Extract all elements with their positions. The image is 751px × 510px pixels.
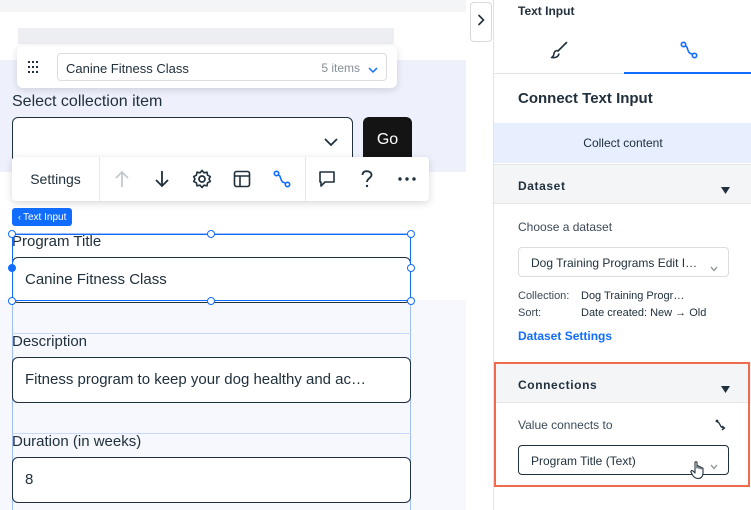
resize-handle[interactable]	[407, 230, 415, 238]
comment-icon[interactable]	[307, 157, 347, 201]
select-collection-label: Select collection item	[12, 93, 163, 110]
settings-button[interactable]: Settings	[12, 157, 99, 201]
description-label: Description	[12, 333, 88, 350]
chevron-down-icon	[368, 62, 378, 80]
gear-icon[interactable]	[182, 157, 222, 201]
navigator-selected-item: Canine Fitness Class	[66, 61, 189, 76]
brush-icon	[549, 40, 569, 65]
tab-design[interactable]	[494, 30, 623, 74]
help-icon[interactable]	[347, 157, 387, 201]
choose-dataset-label: Choose a dataset	[518, 220, 613, 234]
tab-connect[interactable]	[624, 30, 751, 74]
chevron-left-icon: ‹	[18, 212, 21, 222]
connect-data-icon[interactable]	[262, 157, 302, 201]
panel-title: Text Input	[518, 4, 575, 18]
canvas-header-shade	[18, 28, 394, 44]
collection-value: Dog Training Progr…	[581, 290, 685, 302]
chevron-down-icon	[710, 259, 718, 277]
collect-content-mode[interactable]: Collect content	[494, 123, 751, 163]
resize-handle[interactable]	[8, 297, 16, 305]
selected-element-tag[interactable]: ‹ Text Input	[12, 208, 73, 226]
active-tab-indicator	[624, 72, 751, 74]
canvas-top-strip	[0, 0, 466, 12]
dataset-section-header[interactable]: Dataset	[494, 164, 751, 204]
toolbar-divider	[99, 157, 100, 201]
panel-heading: Connect Text Input	[518, 90, 653, 107]
chevron-down-icon	[324, 134, 338, 152]
resize-handle[interactable]	[407, 264, 415, 272]
more-icon[interactable]	[387, 157, 427, 201]
layout-icon[interactable]	[222, 157, 262, 201]
resize-handle[interactable]	[207, 297, 215, 305]
dataset-select-value: Dog Training Programs Edit I…	[531, 256, 698, 270]
dataset-select[interactable]: Dog Training Programs Edit I…	[518, 247, 729, 277]
collection-item-select[interactable]: Canine Fitness Class 5 items	[57, 53, 387, 81]
arrow-up-icon[interactable]	[102, 157, 142, 201]
collapse-panel-button[interactable]	[470, 2, 492, 42]
duration-label: Duration (in weeks)	[12, 433, 142, 450]
sort-value: Date created: New → Old	[581, 307, 707, 319]
resize-handle[interactable]	[407, 297, 415, 305]
navigator-item-count: 5 items	[321, 61, 360, 75]
collection-key: Collection:	[518, 290, 570, 302]
resize-handle[interactable]	[8, 230, 16, 238]
resize-handle[interactable]	[8, 264, 16, 272]
drag-handle-icon[interactable]	[28, 60, 38, 78]
connect-data-icon	[679, 40, 698, 64]
dataset-settings-link[interactable]: Dataset Settings	[518, 329, 612, 343]
connections-highlight	[494, 362, 750, 487]
editor-canvas[interactable]: Canine Fitness Class 5 items Select coll…	[0, 0, 466, 510]
sort-key: Sort:	[518, 307, 542, 319]
collection-navigator: Canine Fitness Class 5 items	[17, 46, 397, 88]
collapse-triangle-icon	[721, 181, 730, 199]
toolbar-divider	[305, 157, 306, 201]
element-toolbar: Settings	[12, 157, 429, 201]
arrow-down-icon[interactable]	[142, 157, 182, 201]
dataset-section-title: Dataset	[518, 179, 566, 193]
chevron-right-icon	[477, 13, 485, 31]
description-input[interactable]: Fitness program to keep your dog healthy…	[12, 357, 411, 403]
resize-handle[interactable]	[207, 230, 215, 238]
element-tag-label: Text Input	[23, 211, 67, 223]
duration-input[interactable]: 8	[12, 457, 411, 503]
selection-frame	[12, 234, 411, 301]
